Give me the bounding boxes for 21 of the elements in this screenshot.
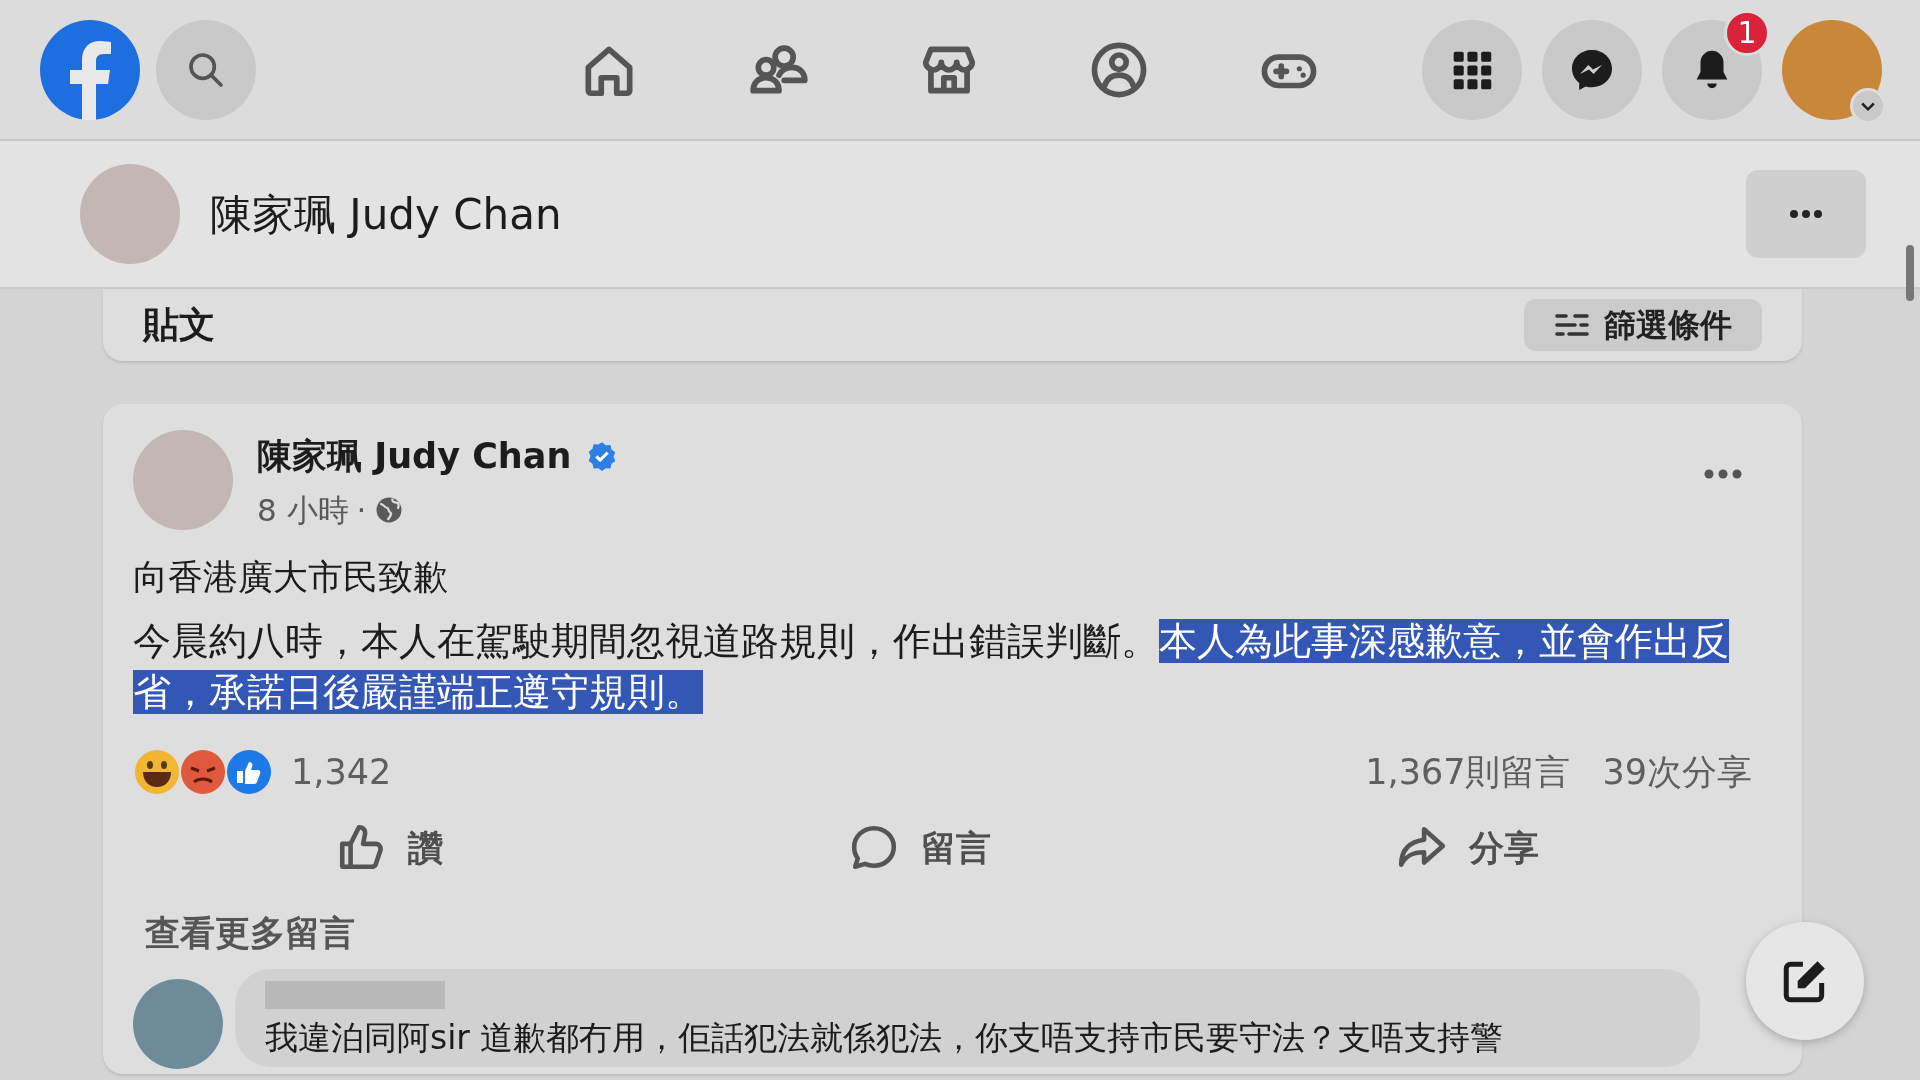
- like-button[interactable]: 讚: [316, 816, 463, 881]
- view-more-comments-link[interactable]: 查看更多留言: [145, 906, 355, 959]
- author-name[interactable]: 陳家珮 Judy Chan: [257, 430, 572, 483]
- filter-button[interactable]: 篩選條件: [1524, 299, 1762, 351]
- separator-dot: ·: [356, 490, 367, 530]
- post-time[interactable]: 8 小時: [257, 486, 349, 533]
- scrollbar-thumb[interactable]: [1906, 245, 1914, 301]
- more-icon: [1788, 208, 1824, 220]
- comment-button[interactable]: 留言: [829, 816, 1011, 881]
- comment-text: 我違泊同阿sir 道歉都冇用，佢話犯法就係犯法，你支唔支持市民要守法？支唔支持警: [265, 1017, 1505, 1059]
- post-text: 今晨約八時，本人在駕駛期間忽視道路規則，作出錯誤判斷。本人為此事深感歉意，並會作出反省，承諾日後嚴謹端正遵守規則。: [133, 617, 1730, 716]
- compose-button[interactable]: [1746, 922, 1864, 1040]
- logo-icon[interactable]: [40, 19, 140, 120]
- post-title: 向香港廣大市民致歉: [133, 556, 449, 599]
- share-count[interactable]: 39次分享: [1602, 745, 1752, 798]
- reaction-count[interactable]: 1,342: [291, 745, 392, 798]
- more-icon: [1703, 467, 1743, 480]
- share-button[interactable]: 分享: [1377, 816, 1559, 881]
- page-name: 陳家珮 Judy Chan: [210, 188, 562, 241]
- section-title: 貼文: [143, 303, 215, 347]
- comment-count[interactable]: 1,367則留言: [1365, 745, 1571, 798]
